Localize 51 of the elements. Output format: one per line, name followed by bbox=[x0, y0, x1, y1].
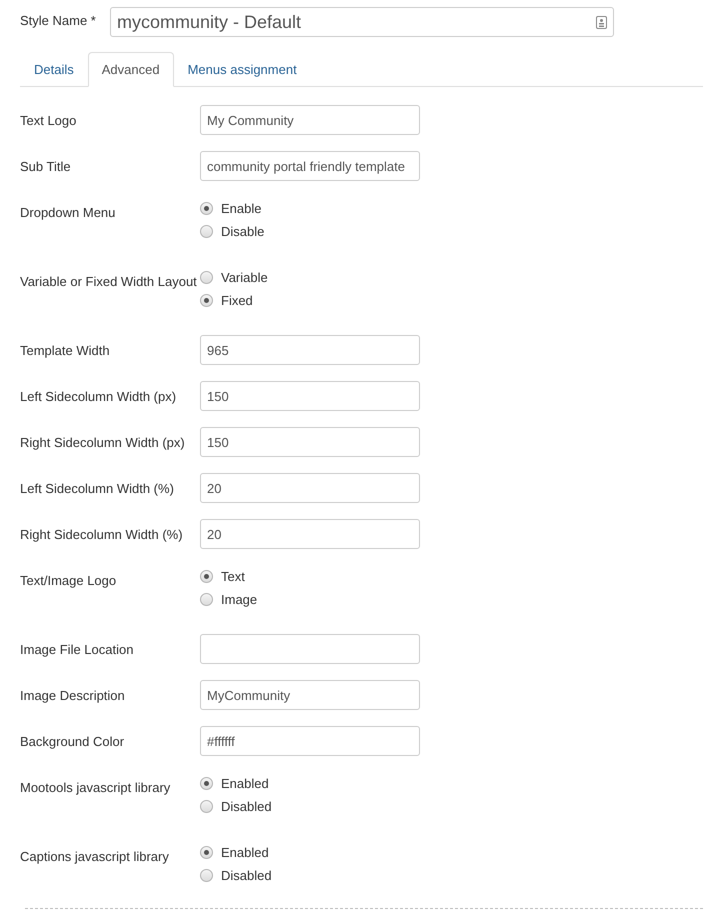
field-label: Image Description bbox=[20, 687, 126, 705]
tab[interactable]: Advanced bbox=[88, 52, 174, 87]
tab[interactable]: Details bbox=[20, 52, 88, 87]
field-label: Mootools javascript library bbox=[20, 779, 172, 797]
radio-button[interactable] bbox=[200, 777, 213, 790]
field-label: Text/Image Logo bbox=[20, 572, 118, 590]
radio-label: Disabled bbox=[221, 798, 272, 816]
field-label: Right Sidecolumn Width (px) bbox=[20, 434, 186, 452]
radio-button[interactable] bbox=[200, 593, 213, 606]
input-field[interactable]: 20 bbox=[200, 473, 420, 503]
tab[interactable]: Menus assignment bbox=[174, 52, 311, 87]
radio-button[interactable] bbox=[200, 846, 213, 859]
radio-label: Enabled bbox=[221, 844, 269, 862]
field-label: Image File Location bbox=[20, 641, 134, 659]
field-label: Left Sidecolumn Width (%) bbox=[20, 480, 175, 498]
input-field[interactable]: #ffffff bbox=[200, 726, 420, 756]
radio-button[interactable] bbox=[200, 294, 213, 307]
field-label: Sub Title bbox=[20, 158, 72, 176]
field-label: Text Logo bbox=[20, 112, 78, 130]
input-field[interactable]: 965 bbox=[200, 335, 420, 365]
radio-label: Fixed bbox=[221, 292, 253, 310]
radio-button[interactable] bbox=[200, 202, 213, 215]
radio-label: Variable bbox=[221, 268, 268, 287]
input-field[interactable] bbox=[200, 634, 420, 664]
field-label: Style Name * bbox=[20, 12, 97, 30]
radio-button[interactable] bbox=[200, 869, 213, 882]
field-label: Left Sidecolumn Width (px) bbox=[20, 388, 178, 406]
radio-label: Disable bbox=[221, 222, 264, 241]
field-label: Right Sidecolumn Width (%) bbox=[20, 526, 184, 544]
input-field[interactable]: 150 bbox=[200, 427, 420, 457]
radio-label: Enabled bbox=[221, 774, 269, 793]
contact-card-icon bbox=[596, 16, 607, 28]
radio-label: Text bbox=[221, 568, 245, 586]
field-label: Template Width bbox=[20, 342, 111, 360]
radio-button[interactable] bbox=[200, 570, 213, 583]
radio-button[interactable] bbox=[200, 800, 213, 813]
field-label: Variable or Fixed Width Layout bbox=[20, 273, 198, 291]
input-field[interactable]: 20 bbox=[200, 519, 420, 549]
radio-label: Image bbox=[221, 590, 258, 609]
input-field[interactable]: My Community bbox=[200, 105, 420, 135]
radio-button[interactable] bbox=[200, 271, 213, 284]
field-label: Background Color bbox=[20, 733, 126, 751]
radio-label: Enable bbox=[221, 200, 262, 218]
style-name-field[interactable]: mycommunity - Default bbox=[110, 7, 614, 37]
input-field[interactable]: MyCommunity bbox=[200, 680, 420, 710]
field-label: Captions javascript library bbox=[20, 848, 170, 866]
input-field[interactable]: 150 bbox=[200, 381, 420, 411]
radio-button[interactable] bbox=[200, 225, 213, 238]
radio-label: Disabled bbox=[221, 866, 272, 885]
field-label: Dropdown Menu bbox=[20, 204, 116, 222]
input-field[interactable]: community portal friendly template bbox=[200, 151, 420, 181]
